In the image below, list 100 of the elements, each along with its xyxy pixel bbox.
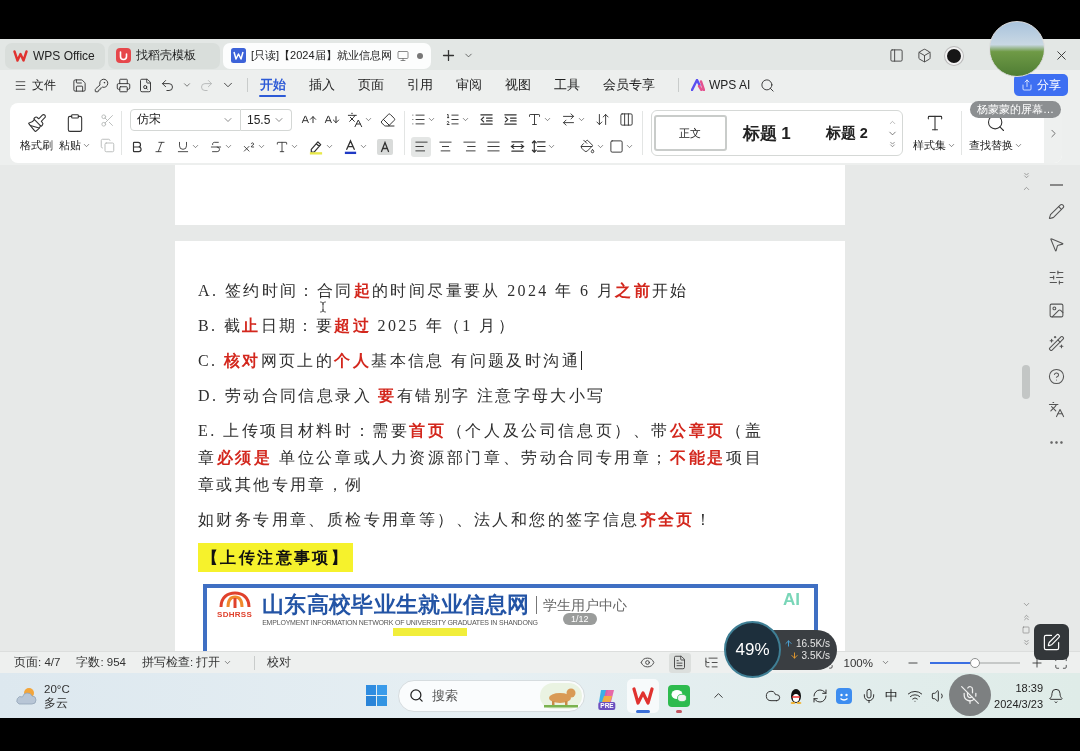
style-preset[interactable]: 标题 2 (806, 115, 887, 151)
style-preset[interactable]: 正文 (654, 115, 727, 151)
sync-icon[interactable] (811, 687, 828, 704)
share-icon[interactable] (1021, 79, 1033, 91)
zoom-slider-thumb[interactable] (970, 657, 980, 668)
clock-time[interactable]: 18:39 (1015, 679, 1043, 696)
file-search-icon[interactable] (138, 77, 153, 93)
style-preset[interactable]: 标题 1 (726, 115, 807, 151)
close-icon[interactable] (1054, 48, 1069, 63)
translate-icon[interactable] (1047, 400, 1065, 418)
caret-icon[interactable] (359, 142, 368, 151)
superscript-icon[interactable] (242, 139, 256, 154)
menu-icon[interactable] (14, 78, 27, 92)
caret-icon[interactable] (577, 115, 586, 124)
input-method-indicator[interactable]: 中 (885, 686, 899, 705)
italic-icon[interactable] (153, 139, 167, 154)
avatar-icon[interactable] (945, 46, 963, 65)
letter-t-icon[interactable] (527, 112, 542, 127)
taskbar-app-button[interactable] (627, 678, 659, 713)
caret-icon[interactable] (224, 142, 233, 151)
magic-wand-icon[interactable] (1047, 334, 1065, 352)
paintbrush-icon[interactable] (26, 113, 47, 133)
save-icon[interactable] (72, 77, 87, 93)
share-button[interactable]: 分享 (1014, 74, 1068, 96)
monitor-icon[interactable] (396, 49, 409, 62)
caret-icon[interactable] (427, 115, 436, 124)
taskbar-search-field[interactable]: 搜索 (398, 679, 585, 712)
bold-icon[interactable] (130, 139, 144, 154)
search-icon[interactable] (760, 77, 776, 93)
ribbon-tab[interactable]: 页面 (346, 70, 395, 100)
clock-date[interactable]: 2024/3/23 (994, 695, 1043, 712)
zoom-level-button[interactable]: 100% (843, 656, 890, 669)
scroll-thumb[interactable] (1022, 365, 1030, 399)
file-menu-button[interactable]: 文件 (14, 73, 56, 97)
font-select[interactable]: 仿宋 (130, 108, 241, 131)
caret-icon[interactable] (461, 115, 470, 124)
caret-icon[interactable] (947, 141, 956, 150)
swap-arrows-icon[interactable] (561, 112, 576, 127)
outdent-icon[interactable] (479, 112, 494, 127)
cube-icon[interactable] (917, 48, 932, 63)
unsaved-dot-icon[interactable] (416, 52, 423, 59)
up-down-arrows-icon[interactable] (595, 112, 610, 127)
caret-icon[interactable] (290, 142, 299, 151)
ribbon-tab[interactable]: 插入 (297, 70, 346, 100)
ribbon-tab[interactable]: 视图 (493, 70, 542, 100)
floating-edit-button[interactable] (1034, 624, 1069, 660)
ribbon-tab[interactable]: 开始 (248, 70, 297, 100)
caret-icon[interactable] (223, 658, 233, 667)
ai-assistant-button[interactable]: WPS AI (691, 73, 751, 97)
print-icon[interactable] (116, 77, 131, 93)
languages-icon[interactable] (347, 111, 363, 128)
format-painter-button[interactable]: 格式刷 (19, 113, 54, 153)
caret-icon[interactable] (543, 115, 552, 124)
paint-bucket-icon[interactable] (580, 139, 595, 154)
caret-icon[interactable] (547, 142, 556, 151)
smiley-app-icon[interactable] (836, 687, 853, 704)
eraser-icon[interactable] (380, 111, 396, 128)
caret-icon[interactable] (364, 115, 373, 124)
panel-icon[interactable] (889, 48, 904, 63)
style-set-button[interactable]: 样式集 (912, 113, 957, 153)
paste-button[interactable]: 粘贴 (58, 113, 92, 153)
ribbon-tab[interactable]: 引用 (395, 70, 444, 100)
clipboard-icon[interactable] (65, 113, 85, 133)
columns-icon[interactable] (619, 112, 634, 127)
numbered-list-icon[interactable] (445, 112, 460, 127)
underline-icon[interactable] (176, 139, 190, 154)
letter-t-icon[interactable] (275, 139, 289, 154)
ribbon-tab[interactable]: 审阅 (444, 70, 493, 100)
caret-icon[interactable] (1014, 141, 1023, 150)
help-icon[interactable] (1047, 367, 1065, 385)
image-icon[interactable] (1047, 301, 1065, 319)
proofread-button[interactable]: 校对 (267, 655, 292, 670)
pen-icon[interactable] (1047, 202, 1065, 220)
window-tab[interactable]: [只读]【2024届】就业信息网 (223, 42, 431, 69)
caret-icon[interactable] (257, 142, 266, 151)
font-color-icon[interactable] (343, 138, 358, 155)
character-shading-icon[interactable] (377, 138, 393, 155)
caret-icon[interactable] (182, 80, 192, 90)
caret-icon[interactable] (191, 142, 200, 151)
highlighter-icon[interactable] (308, 138, 324, 155)
caret-icon[interactable] (325, 142, 334, 151)
pointer-icon[interactable] (1047, 235, 1065, 253)
caret-icon[interactable] (82, 141, 91, 150)
edit-icon[interactable] (1042, 632, 1061, 652)
ribbon-tab[interactable]: 工具 (542, 70, 591, 100)
border-icon[interactable] (609, 139, 624, 154)
caret-icon[interactable] (625, 142, 634, 151)
collapse-handle[interactable] (1049, 184, 1063, 186)
line-spacing-icon[interactable] (531, 139, 546, 154)
mic-off-icon[interactable] (960, 685, 980, 705)
spell-check-button[interactable]: 拼写检查: 打开 (141, 655, 233, 670)
caret-icon[interactable] (881, 658, 890, 667)
undo-icon[interactable] (160, 77, 175, 93)
notification-icon[interactable] (1048, 687, 1064, 704)
window-tab[interactable]: WPS Office (5, 42, 105, 69)
window-tab[interactable]: 找稻壳模板 (108, 42, 220, 69)
ribbon-tab[interactable]: 会员专享 (591, 70, 666, 100)
indent-icon[interactable] (503, 112, 518, 127)
penguin-icon[interactable] (789, 687, 804, 704)
sliders-icon[interactable] (1047, 268, 1065, 286)
